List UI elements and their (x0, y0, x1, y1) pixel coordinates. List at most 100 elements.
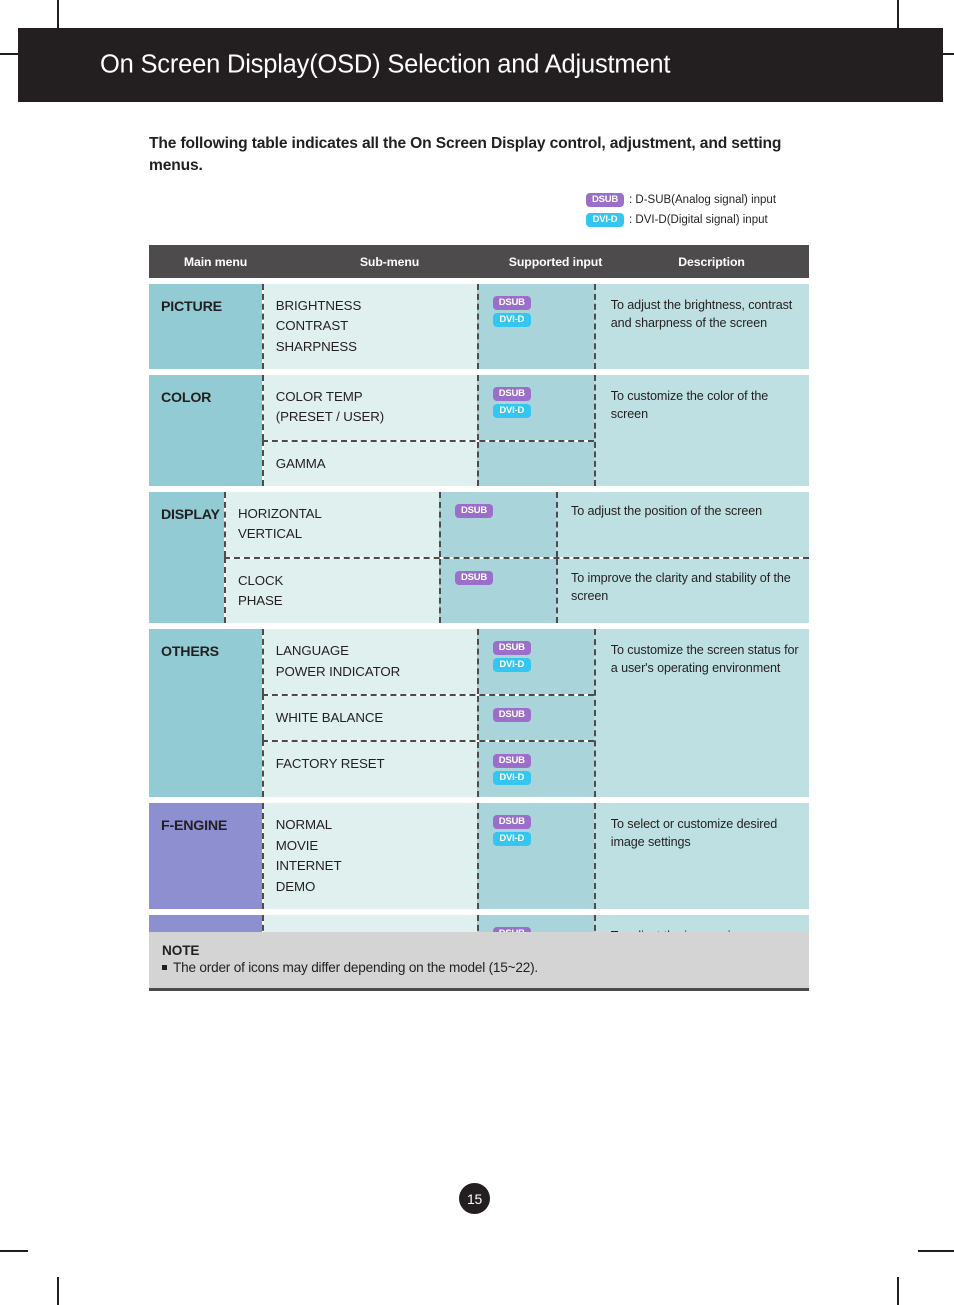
legend-item: DSUB : D-SUB(Analog signal) input (586, 190, 836, 209)
sub-menu-cell: GAMMA (263, 441, 477, 487)
sub-menu-item[interactable]: CONTRAST (276, 316, 477, 336)
badge-dsub: DSUB (492, 815, 531, 830)
sub-menu-item[interactable]: CLOCK (238, 571, 439, 591)
badge-dsub: DSUB (492, 296, 531, 310)
table-row: DISPLAY HORIZONTAL VERTICAL DSUB To adjust t… (149, 492, 809, 624)
main-menu-cell: PICTURE (149, 284, 262, 370)
sub-menu-item[interactable]: PHASE (238, 591, 439, 611)
sub-menu-item[interactable]: WHITE BALANCE (276, 708, 477, 728)
note-title: NOTE (162, 943, 200, 958)
badge-dsub: DSUB (455, 570, 493, 585)
main-menu-label: OTHERS (161, 644, 219, 661)
main-menu-cell: DISPLAY (149, 492, 224, 624)
signal-legend: DSUB : D-SUB(Analog signal) input DVI-D : D… (586, 190, 836, 230)
badge-dvid: DVI-D (492, 771, 531, 786)
sub-menu-group: BRIGHTNESS CONTRAST SHARPNESS DSUB DVI-D (261, 284, 594, 370)
sub-menu-group: CLOCK PHASE DSUB To improve the clarity and… (224, 556, 809, 624)
description-cell: To select or customize desired image set… (593, 803, 809, 909)
intro-paragraph: The following table indicates all the On… (149, 135, 782, 174)
row-groups: HORIZONTAL VERTICAL DSUB To adjust the posi… (224, 492, 809, 624)
note-lines: The order of icons may differ depending … (162, 960, 809, 975)
page-number: 15 (459, 1183, 490, 1214)
main-menu-label: F-ENGINE (161, 818, 228, 835)
sub-menu-item[interactable]: BRIGHTNESS (276, 296, 477, 316)
column-header-description: Description (678, 254, 745, 269)
row-groups: BRIGHTNESS CONTRAST SHARPNESS DSUB DVI-D (261, 284, 594, 370)
supported-input-cell: DSUB DVI-D (476, 629, 594, 695)
main-menu-cell: F-ENGINE (149, 803, 262, 909)
sub-menu-item[interactable]: (PRESET / USER) (276, 407, 477, 427)
sub-menu-cell: HORIZONTAL VERTICAL (226, 492, 439, 557)
description-cell: To adjust the brightness, contrast and s… (593, 284, 809, 370)
sub-menu-cell: NORMAL MOVIE INTERNET DEMO (263, 803, 477, 909)
sub-menu-cell: FACTORY RESET (263, 742, 477, 798)
sub-menu-group: NORMAL MOVIE INTERNET DEMO DSUB DVI-D (261, 803, 594, 909)
supported-input-cell: DSUB DVI-D (476, 803, 594, 909)
badge-dvid: DVI-D (492, 658, 531, 673)
legend-item-label: : DVI-D(Digital signal) input (629, 213, 768, 226)
crop-mark-top-left-horizontal (0, 53, 20, 55)
table-header-row: Main menu Sub-menu Supported input Descr… (149, 245, 809, 278)
supported-input-cell: DSUB (439, 492, 556, 557)
page-header-bar: On Screen Display(OSD) Selection and Adj… (18, 28, 943, 102)
sub-menu-item[interactable]: POWER INDICATOR (276, 662, 477, 682)
main-menu-label: DISPLAY (161, 507, 220, 524)
osd-menu-table: Main menu Sub-menu Supported input Descr… (149, 245, 809, 991)
sub-menu-item[interactable]: COLOR TEMP (276, 387, 477, 407)
sub-menu-item[interactable]: DEMO (276, 877, 477, 897)
sub-menu-item[interactable]: VERTICAL (238, 524, 439, 544)
badge-dvid: DVI-D (492, 832, 531, 847)
crop-mark-bottom-left-vertical (57, 1277, 59, 1305)
row-groups: COLOR TEMP (PRESET / USER) DSUB DVI-D GAMMA (261, 375, 594, 487)
table-row: PICTURE BRIGHTNESS CONTRAST SHARPNESS DSUB DV… (149, 284, 809, 370)
sub-menu-item[interactable]: SHARPNESS (276, 337, 477, 357)
column-header-supported-input: Supported input (508, 254, 603, 269)
main-menu-label: COLOR (161, 390, 212, 407)
supported-input-cell: DSUB DVI-D (476, 284, 594, 370)
sub-menu-group: LANGUAGE POWER INDICATOR DSUB DVI-D (261, 629, 594, 695)
sub-menu-item[interactable]: NORMAL (276, 815, 477, 835)
manual-page: On Screen Display(OSD) Selection and Adj… (0, 0, 954, 1305)
bullet-icon (162, 965, 167, 970)
crop-mark-bottom-right-horizontal (918, 1250, 954, 1252)
legend-item: DVI-D : DVI-D(Digital signal) input (586, 210, 836, 229)
description-cell: To improve the clarity and stability of … (556, 558, 809, 624)
note-line: The order of icons may differ depending … (162, 960, 809, 975)
legend-item-label: : D-SUB(Analog signal) input (629, 193, 777, 206)
sub-menu-item[interactable]: LANGUAGE (276, 641, 477, 661)
sub-menu-item[interactable]: FACTORY RESET (276, 754, 477, 774)
sub-menu-cell: WHITE BALANCE (263, 696, 477, 741)
main-menu-label: PICTURE (161, 299, 222, 315)
sub-menu-group: FACTORY RESET DSUB DVI-D (261, 740, 594, 798)
sub-menu-item[interactable]: HORIZONTAL (238, 504, 439, 524)
sub-menu-item[interactable]: GAMMA (276, 454, 477, 474)
description-cell: To adjust the position of the screen (556, 492, 809, 557)
sub-menu-item[interactable]: MOVIE (276, 836, 477, 856)
main-menu-cell: COLOR (149, 375, 262, 487)
column-header-main-menu: Main menu (183, 254, 248, 269)
note-box: NOTE The order of icons may differ depen… (149, 932, 809, 988)
badge-dsub: DSUB (492, 754, 531, 769)
description-cell: To customize the screen status for a use… (593, 629, 809, 798)
table-body: PICTURE BRIGHTNESS CONTRAST SHARPNESS DSUB DV… (149, 284, 809, 980)
sub-menu-cell: BRIGHTNESS CONTRAST SHARPNESS (263, 284, 477, 370)
sub-menu-group: WHITE BALANCE DSUB (261, 694, 594, 741)
badge-dsub: DSUB (586, 192, 624, 207)
badge-dvid: DVI-D (586, 212, 624, 227)
sub-menu-group: GAMMA (261, 439, 594, 487)
sub-menu-group: HORIZONTAL VERTICAL DSUB To adjust the posi… (224, 492, 809, 557)
crop-mark-bottom-left-horizontal (0, 1250, 28, 1252)
badge-dsub: DSUB (492, 641, 531, 656)
main-menu-cell: OTHERS (149, 629, 262, 798)
badge-dvid: DVI-D (492, 313, 531, 327)
badge-dsub: DSUB (492, 708, 531, 723)
table-row: COLOR COLOR TEMP (PRESET / USER) DSUB DVI-D… (149, 375, 809, 487)
supported-input-cell: DSUB DVI-D (476, 742, 594, 798)
badge-dvid: DVI-D (492, 404, 531, 419)
sub-menu-group: COLOR TEMP (PRESET / USER) DSUB DVI-D (261, 375, 594, 440)
description-cell: To customize the color of the screen (593, 375, 809, 487)
page-title: On Screen Display(OSD) Selection and Adj… (100, 50, 671, 79)
sub-menu-item[interactable]: INTERNET (276, 856, 477, 876)
row-groups: NORMAL MOVIE INTERNET DEMO DSUB DVI-D (261, 803, 594, 909)
table-row: F-ENGINE NORMAL MOVIE INTERNET DEMO DSUB DVI-D… (149, 803, 809, 909)
